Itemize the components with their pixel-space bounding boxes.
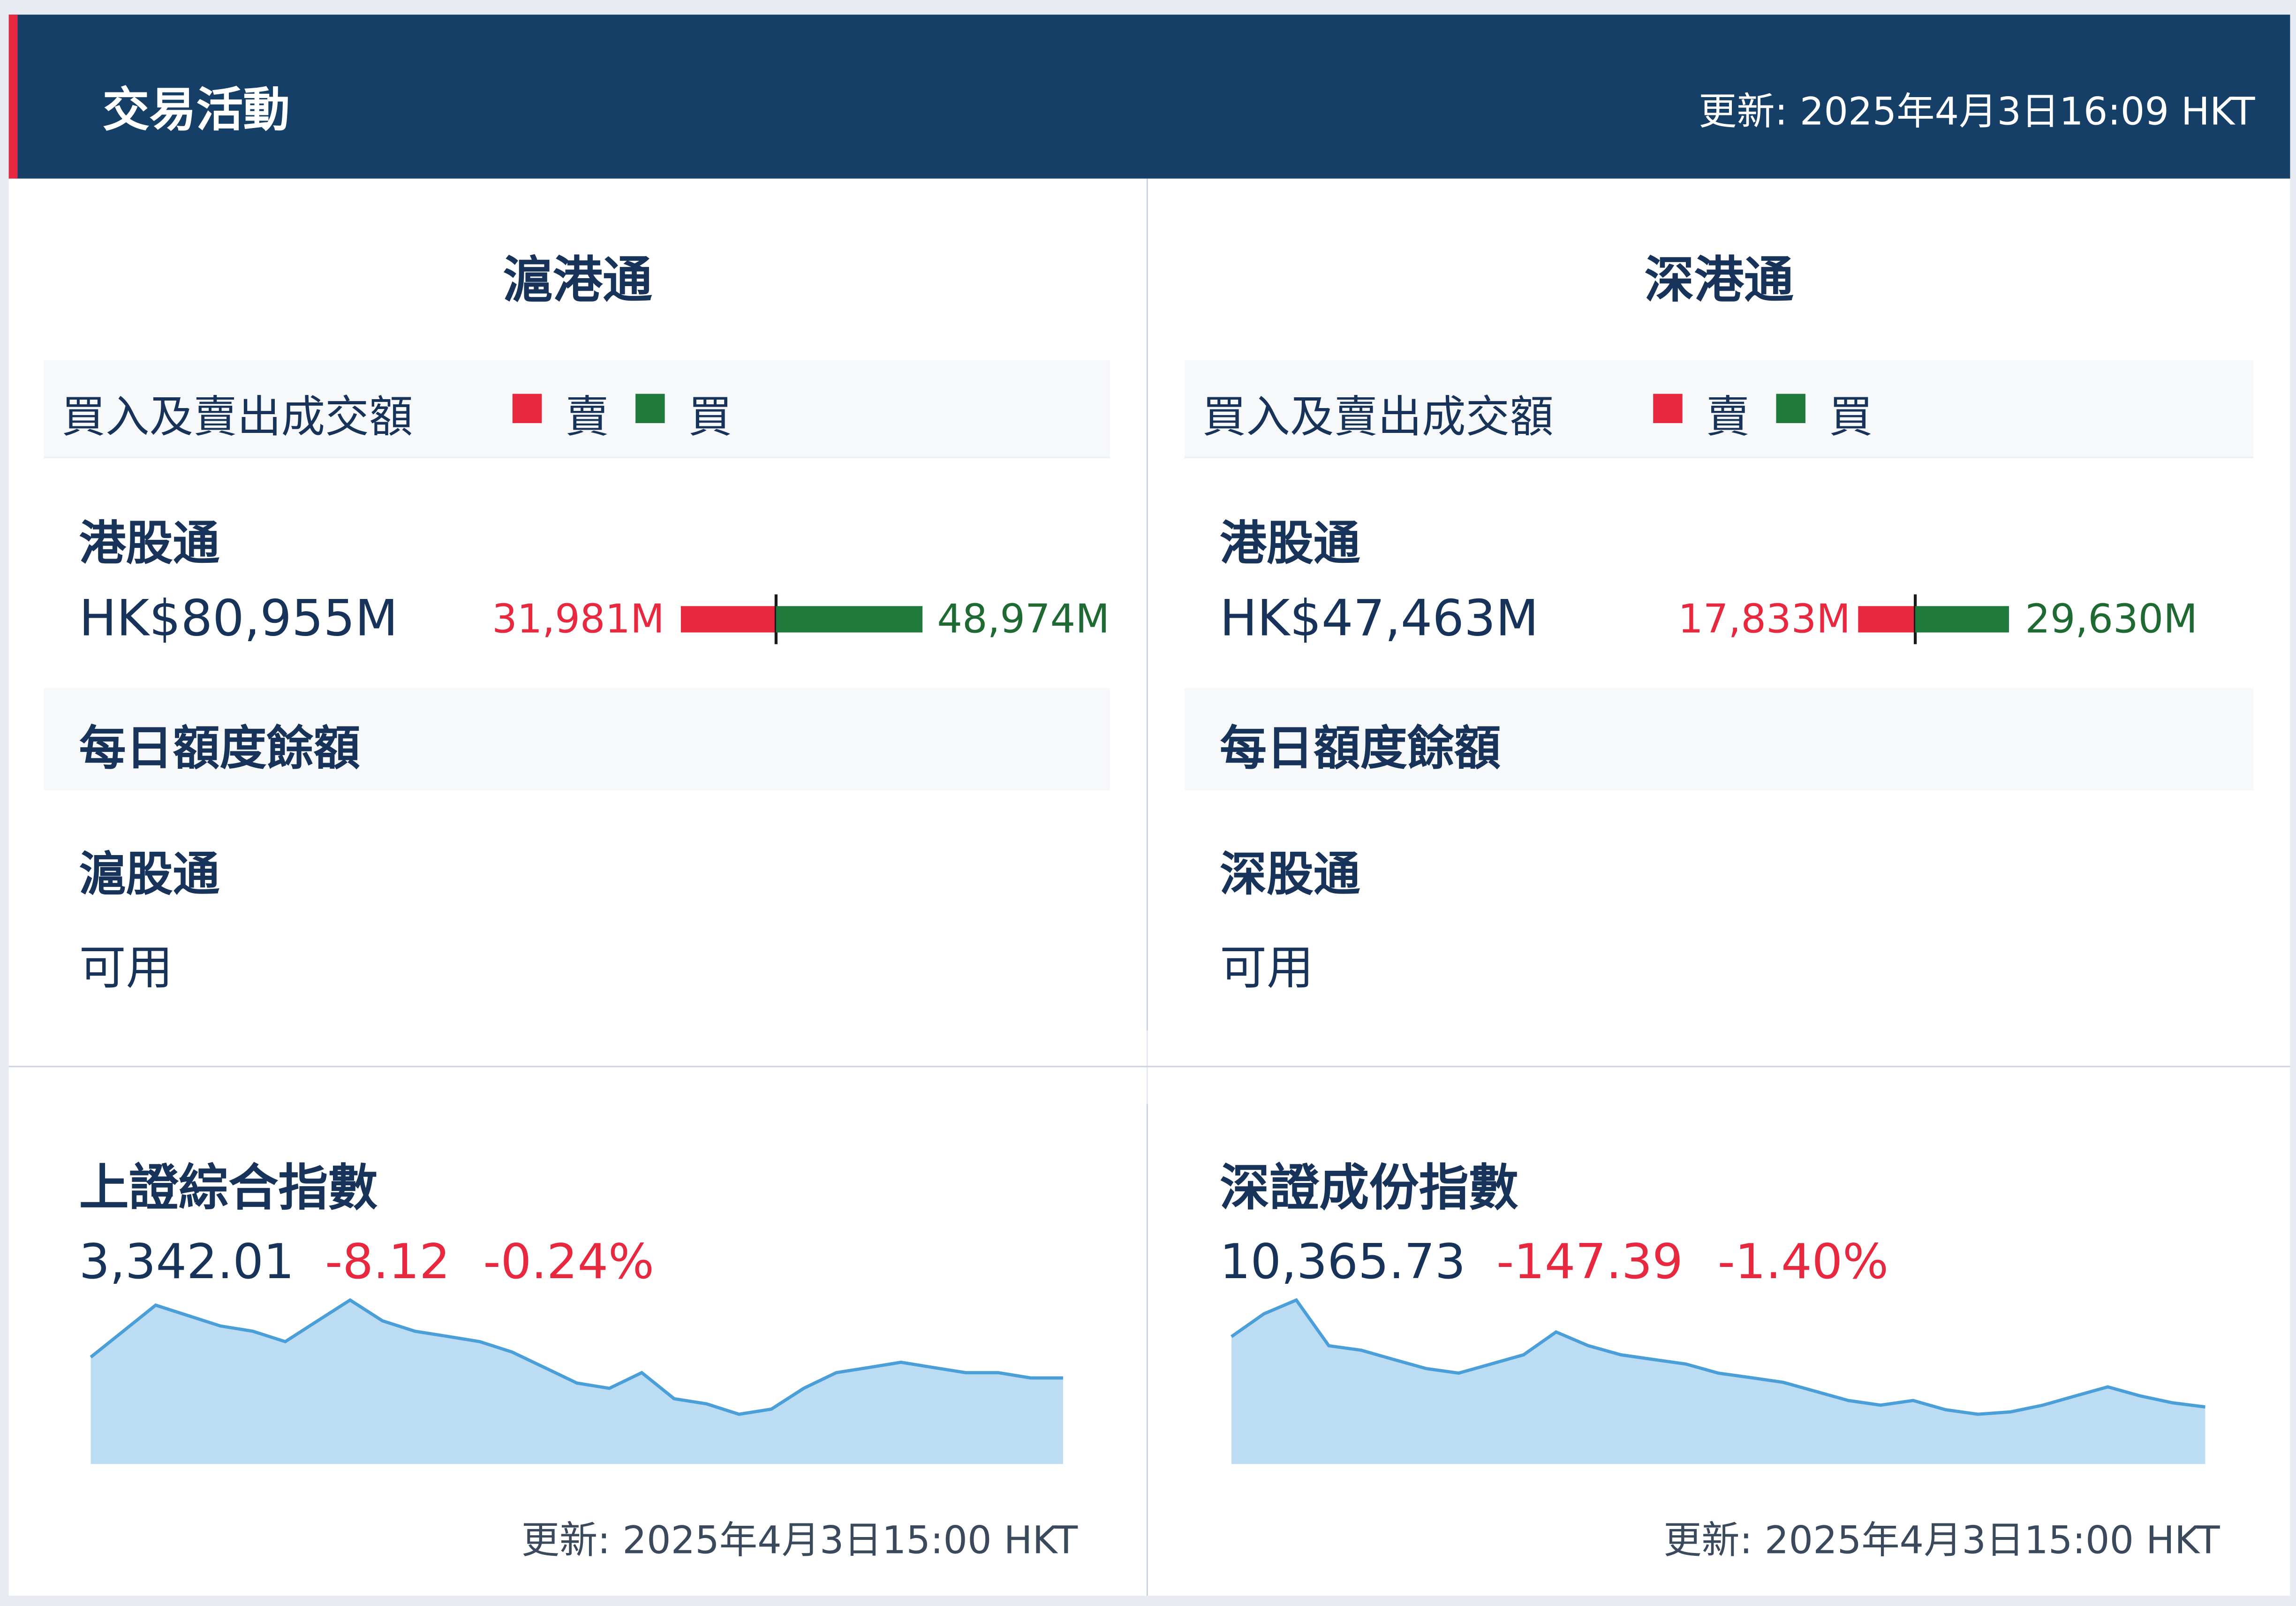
index-change: -147.39 <box>1496 1233 1683 1290</box>
southbound-label: 港股通 <box>1219 515 1360 571</box>
buy-legend-swatch <box>635 394 665 424</box>
sell-turnover: 31,981M <box>492 597 665 643</box>
quota-label: 每日額度餘額 <box>1219 720 1501 776</box>
sell-bar <box>1858 606 1916 633</box>
quota-row: 每日額度餘額 <box>1185 688 2254 791</box>
header-bar: 交易活動 更新: 2025年4月3日16:09 HKT <box>8 15 2290 179</box>
turnover-legend-row: 買入及賣出成交額 賣 買 <box>44 360 1110 458</box>
sell-bar <box>680 606 776 633</box>
index-change-percent: -1.40% <box>1717 1233 1889 1290</box>
trading-activity-widget: 交易活動 更新: 2025年4月3日16:09 HKT 滬港通 買入及賣出成交額… <box>0 0 2296 1606</box>
buy-bar <box>776 606 923 633</box>
turnover-label: 買入及賣出成交額 <box>61 392 413 444</box>
index-sparkline-shanghai <box>90 1298 1063 1464</box>
column-divider-bottom <box>1146 1104 1148 1596</box>
index-change: -8.12 <box>325 1233 450 1290</box>
total-turnover: HK$47,463M <box>1219 590 1539 649</box>
index-value: 10,365.73 <box>1219 1233 1466 1290</box>
quota-label: 每日額度餘額 <box>79 720 361 776</box>
northbound-label: 滬股通 <box>79 846 220 902</box>
turnover-legend-row: 買入及賣出成交額 賣 買 <box>1185 360 2254 458</box>
total-turnover: HK$80,955M <box>79 590 398 649</box>
buy-bar <box>1915 606 2009 633</box>
sell-legend-label: 賣 <box>1706 392 1750 444</box>
header-updated-time: 更新: 2025年4月3日16:09 HKT <box>1699 91 2255 135</box>
buy-turnover: 29,630M <box>2025 597 2198 643</box>
buy-legend-label: 買 <box>688 392 733 444</box>
index-name: 上證綜合指數 <box>79 1159 378 1218</box>
index-updated-time: 更新: 2025年4月3日15:00 HKT <box>1663 1519 2220 1564</box>
sparkline-area <box>1231 1300 2205 1464</box>
index-value: 3,342.01 <box>79 1233 295 1290</box>
sell-legend-swatch <box>512 394 542 424</box>
page-title: 交易活動 <box>102 82 290 138</box>
northbound-status: 可用 <box>79 939 173 996</box>
sell-legend-label: 賣 <box>565 392 609 444</box>
quota-row: 每日額度餘額 <box>44 688 1110 791</box>
buy-turnover: 48,974M <box>937 597 1110 643</box>
connect-title: 滬港通 <box>503 251 653 311</box>
index-sparkline-shenzhen <box>1230 1298 2205 1464</box>
sell-turnover: 17,833M <box>1678 597 1851 643</box>
connect-title: 深港通 <box>1644 251 1794 311</box>
index-change-percent: -0.24% <box>483 1233 654 1290</box>
index-updated-time: 更新: 2025年4月3日15:00 HKT <box>521 1519 1078 1564</box>
southbound-label: 港股通 <box>79 515 220 571</box>
buy-legend-label: 買 <box>1828 392 1873 444</box>
sell-legend-swatch <box>1653 394 1683 424</box>
index-name: 深證成份指數 <box>1219 1159 1518 1218</box>
turnover-label: 買入及賣出成交額 <box>1202 392 1554 444</box>
northbound-label: 深股通 <box>1219 846 1360 902</box>
buy-legend-swatch <box>1776 394 1805 424</box>
northbound-status: 可用 <box>1219 939 1314 996</box>
